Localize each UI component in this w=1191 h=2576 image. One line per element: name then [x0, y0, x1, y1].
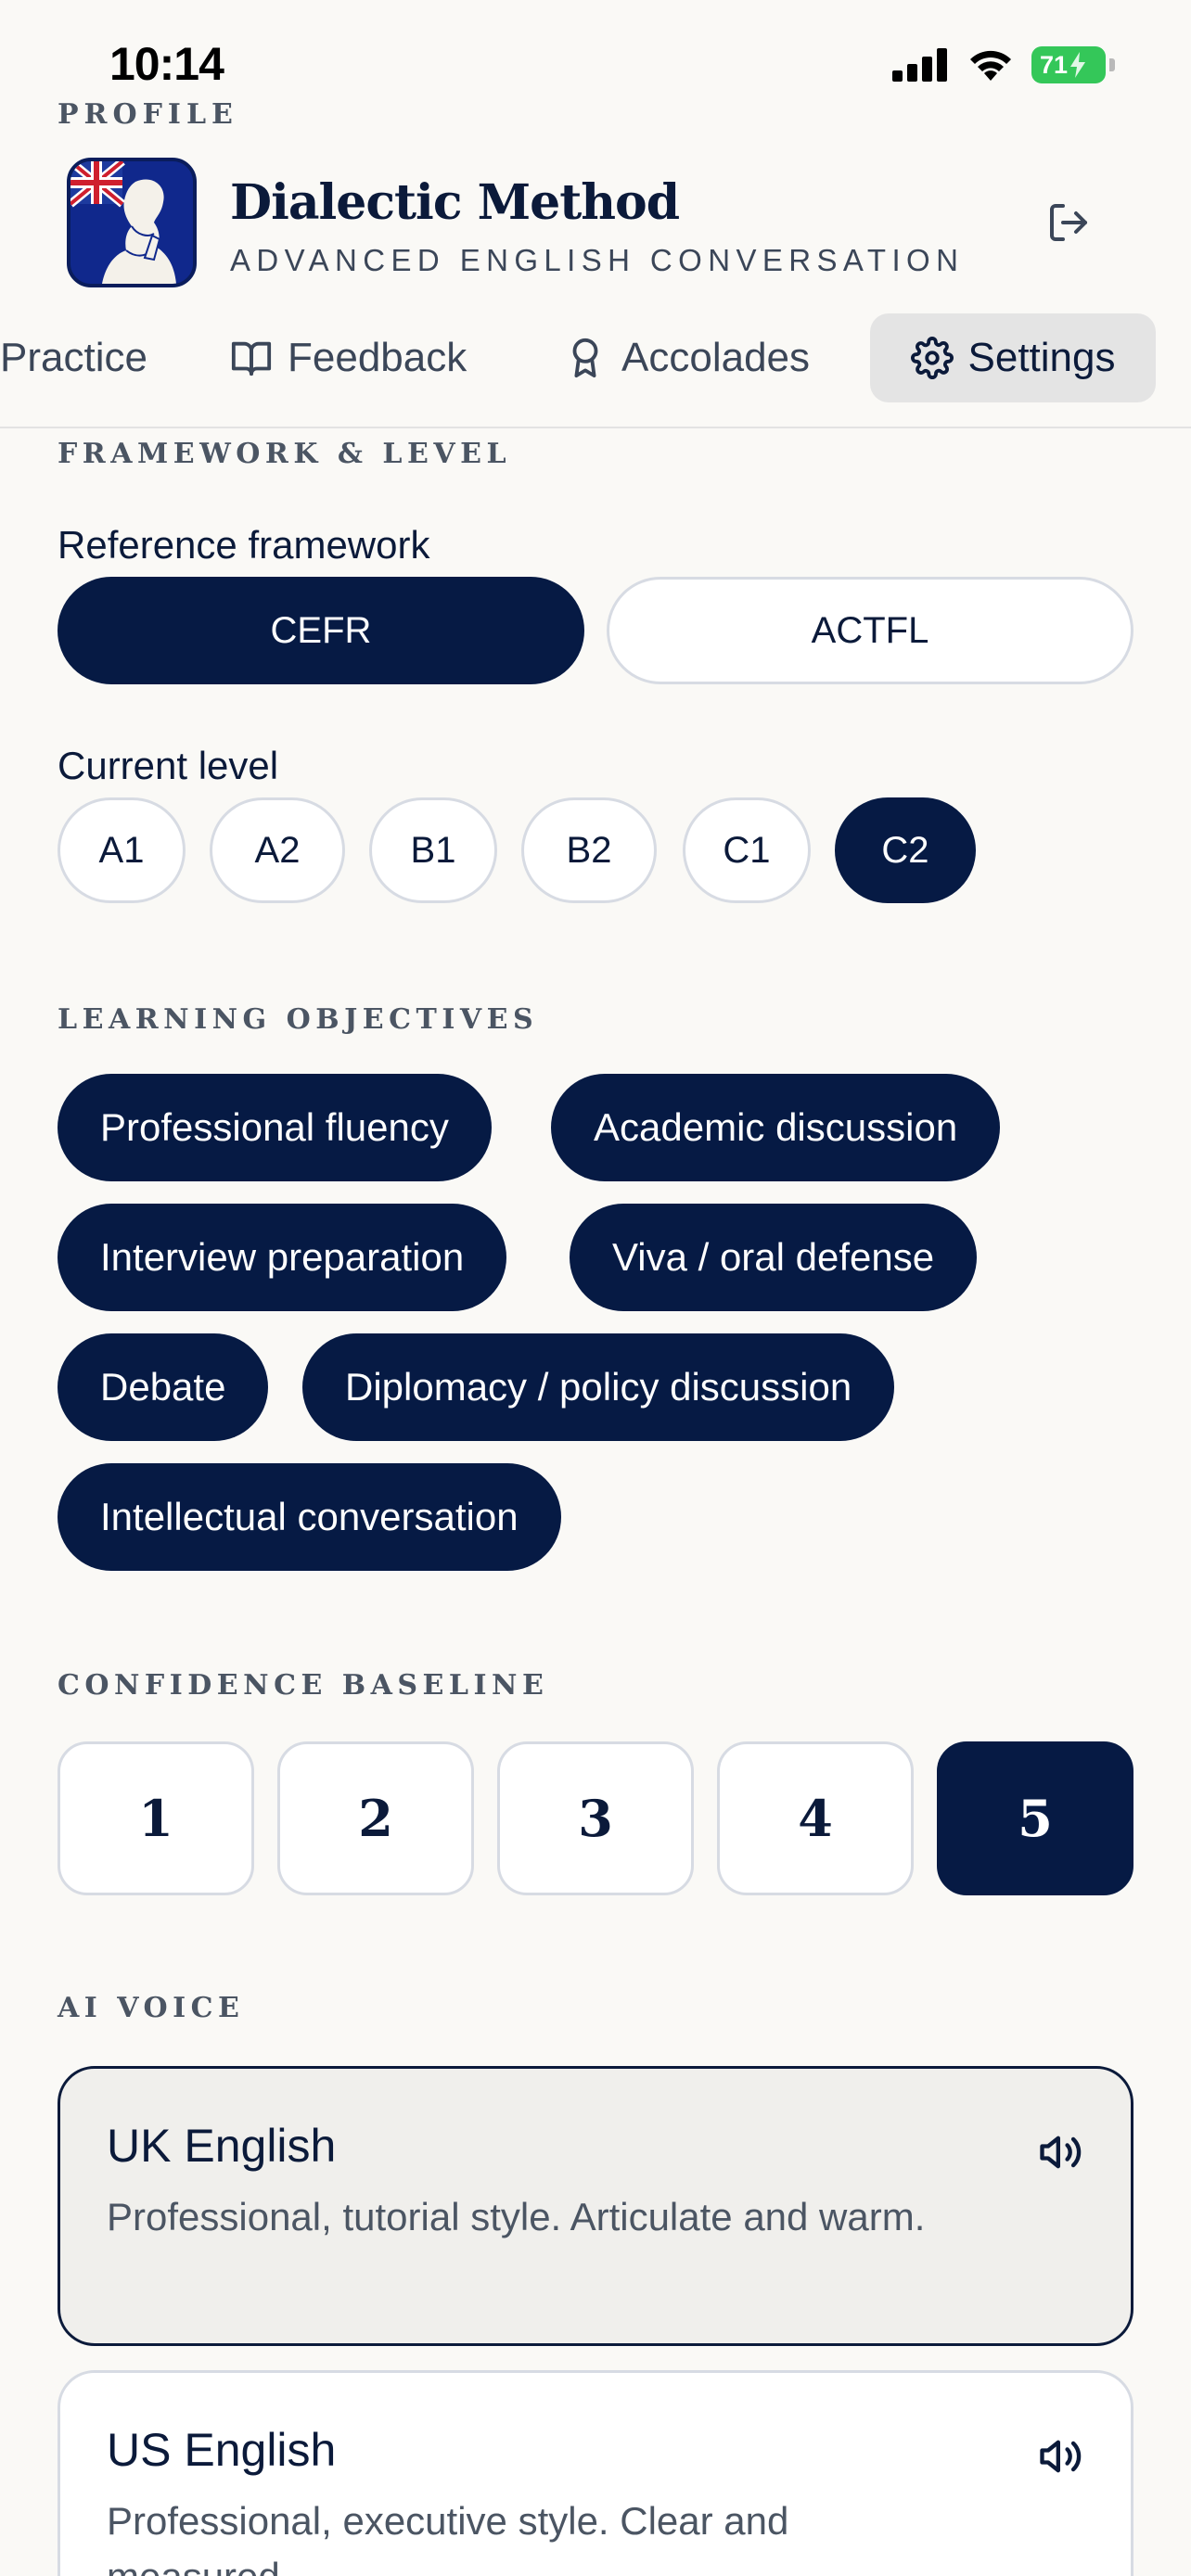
tab-practice-label: Practice — [0, 335, 147, 380]
objective-chip-interview-preparation[interactable]: Interview preparation — [58, 1204, 507, 1311]
tab-feedback-label: Feedback — [288, 335, 467, 380]
voice-name: US English — [107, 2424, 337, 2476]
status-time: 10:14 — [109, 38, 224, 90]
tab-settings-label: Settings — [967, 335, 1116, 380]
framework-section-title: FRAMEWORK & LEVEL — [58, 438, 512, 470]
speaker-icon[interactable] — [1036, 2128, 1084, 2176]
objective-chip-debate[interactable]: Debate — [58, 1333, 269, 1441]
level-option-a2[interactable]: A2 — [210, 797, 345, 903]
section-profile-label: PROFILE — [58, 98, 238, 131]
reference-framework-label: Reference framework — [58, 523, 430, 567]
tab-accolades-label: Accolades — [621, 335, 811, 380]
tab-settings[interactable]: Settings — [870, 313, 1156, 402]
logout-icon — [1050, 204, 1087, 241]
confidence-option-4[interactable]: 4 — [717, 1741, 914, 1895]
objective-chip-intellectual-conversation[interactable]: Intellectual conversation — [58, 1463, 561, 1571]
book-icon — [231, 341, 272, 376]
tab-bar: Practice Feedback Accolades Settings — [0, 313, 1191, 428]
speaker-icon[interactable] — [1036, 2432, 1084, 2480]
confidence-section-title: CONFIDENCE BASELINE — [58, 1669, 549, 1702]
voice-option-uk-english[interactable]: UK English Professional, tutorial style.… — [58, 2066, 1133, 2346]
gear-icon — [910, 337, 954, 379]
voice-description: Professional, executive style. Clear and… — [107, 2499, 789, 2576]
voice-description: Professional, tutorial style. Articulate… — [107, 2195, 926, 2238]
objective-chip-academic-discussion[interactable]: Academic discussion — [551, 1074, 1001, 1181]
tab-feedback[interactable]: Feedback — [210, 313, 487, 402]
confidence-option-2[interactable]: 2 — [277, 1741, 474, 1895]
app-name: Dialectic Method — [230, 174, 680, 231]
level-option-a1[interactable]: A1 — [58, 797, 186, 903]
level-option-b2[interactable]: B2 — [521, 797, 657, 903]
app-logo — [67, 158, 197, 287]
level-option-b1[interactable]: B1 — [369, 797, 497, 903]
award-icon — [572, 338, 598, 378]
objective-chip-diplomacy-policy[interactable]: Diplomacy / policy discussion — [302, 1333, 895, 1441]
tab-practice[interactable]: Practice — [0, 313, 168, 402]
status-icons: 71 — [892, 46, 1115, 83]
current-level-label: Current level — [58, 744, 279, 787]
battery-cap — [1109, 58, 1115, 71]
voice-section-title: AI VOICE — [58, 1992, 245, 2024]
battery-indicator: 71 — [1031, 46, 1106, 83]
tab-accolades[interactable]: Accolades — [544, 313, 830, 402]
voice-name: UK English — [107, 2120, 337, 2172]
framework-option-actfl[interactable]: ACTFL — [607, 577, 1133, 684]
confidence-option-1[interactable]: 1 — [58, 1741, 254, 1895]
objective-chip-professional-fluency[interactable]: Professional fluency — [58, 1074, 492, 1181]
battery-level: 71 — [1040, 50, 1069, 79]
confidence-option-3[interactable]: 3 — [497, 1741, 694, 1895]
charging-icon — [1070, 52, 1086, 78]
objectives-section-title: LEARNING OBJECTIVES — [58, 1003, 539, 1036]
voice-option-us-english[interactable]: US English Professional, executive style… — [58, 2370, 1133, 2576]
objective-chip-viva-oral-defense[interactable]: Viva / oral defense — [570, 1204, 978, 1311]
confidence-option-5[interactable]: 5 — [937, 1741, 1133, 1895]
level-option-c1[interactable]: C1 — [683, 797, 811, 903]
framework-option-cefr[interactable]: CEFR — [58, 577, 584, 684]
app-subtitle: ADVANCED ENGLISH CONVERSATION — [230, 243, 965, 277]
status-bar: 10:14 71 — [0, 0, 1191, 102]
signal-icon — [892, 48, 947, 82]
logout-button[interactable] — [1041, 195, 1096, 250]
philosopher-logo-icon — [70, 161, 193, 284]
level-option-c2[interactable]: C2 — [835, 797, 976, 903]
wifi-icon — [970, 50, 1011, 81]
